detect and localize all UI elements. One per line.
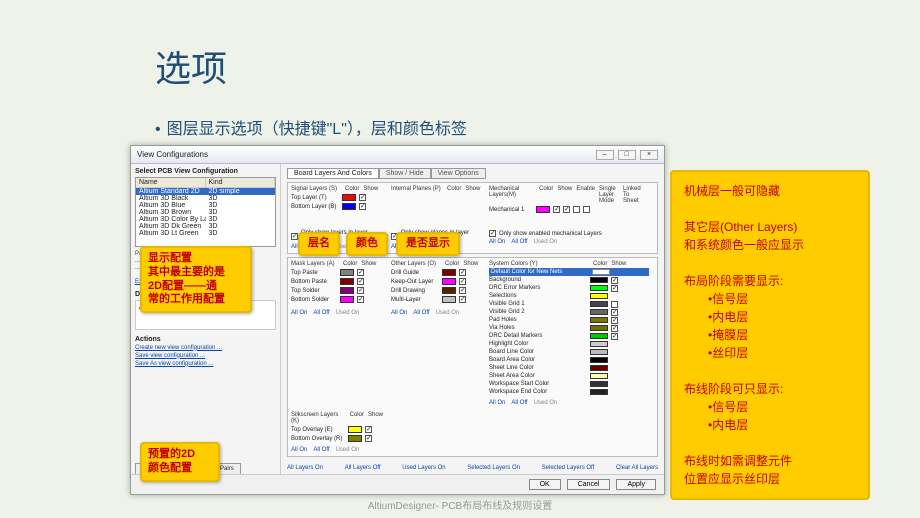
layer-row[interactable]: Keep-Out Layer xyxy=(391,277,481,286)
callout-show: 是否显示 xyxy=(396,232,460,256)
close-icon[interactable]: × xyxy=(640,150,658,160)
config-row[interactable]: Altium 3D Color By Layer3D xyxy=(136,216,275,223)
show-checkbox[interactable] xyxy=(553,206,560,213)
clear-all-layers-link[interactable]: Clear All Layers xyxy=(616,465,658,471)
mask-other-sys-panel: Mask Layers (A)ColorShow Top Paste Botto… xyxy=(287,257,658,457)
select-config-label: Select PCB View Configuration xyxy=(135,168,276,175)
actions-header: Actions xyxy=(135,336,276,343)
layer-row[interactable]: Drill Guide xyxy=(391,268,481,277)
sys-row[interactable]: Visible Grid 1 xyxy=(489,300,649,308)
only-show-mech-checkbox[interactable] xyxy=(489,230,496,237)
apply-button[interactable]: Apply xyxy=(616,479,656,490)
config-row[interactable]: Altium Standard 2D2D simple xyxy=(136,188,275,195)
callout-color: 颜色 xyxy=(346,232,388,256)
slide-title: 选项 xyxy=(155,40,227,92)
dialog-title: View Configurations xyxy=(137,150,208,159)
ok-button[interactable]: OK xyxy=(529,479,561,490)
sys-row[interactable]: Via Holes xyxy=(489,324,649,332)
right-tabs: Board Layers And Colors Show / Hide View… xyxy=(287,168,658,179)
layer-row[interactable]: Bottom Overlay (R) xyxy=(291,434,383,443)
used-layers-on-link[interactable]: Used Layers On xyxy=(402,465,445,471)
silkscreen-header: Silkscreen Layers (K) xyxy=(291,412,346,424)
internal-planes-header: Internal Planes (P) xyxy=(391,186,443,192)
sys-row[interactable]: Workspace Start Color xyxy=(489,380,649,388)
save-as-config-link[interactable]: Save As view configuration ... xyxy=(135,361,276,367)
linked-checkbox[interactable] xyxy=(583,206,590,213)
color-swatch[interactable] xyxy=(536,206,550,213)
layer-row[interactable]: Bottom Solder xyxy=(291,295,383,304)
config-row[interactable]: Altium 3D Brown3D xyxy=(136,209,275,216)
notes-box: 机械层一般可隐藏 其它层(Other Layers) 和系统颜色一般应显示 布局… xyxy=(670,170,870,500)
callout-profiles: 预置的2D 颜色配置 xyxy=(140,442,220,482)
color-swatch[interactable] xyxy=(342,194,356,201)
cancel-button[interactable]: Cancel xyxy=(567,479,611,490)
sys-row[interactable]: Pad Holes xyxy=(489,316,649,324)
layer-row[interactable]: Top Overlay (E) xyxy=(291,425,383,434)
mech-layers-header: Mechanical Layers(M) xyxy=(489,186,535,204)
tab-board-layers[interactable]: Board Layers And Colors xyxy=(287,168,379,179)
col-name[interactable]: Name xyxy=(136,178,206,187)
sys-row[interactable]: Visible Grid 2 xyxy=(489,308,649,316)
system-colors-header: System Colors (Y) xyxy=(489,261,589,267)
config-row[interactable]: Altium 3D Lt Green3D xyxy=(136,230,275,237)
slide-footer: AltiumDesigner- PCB布局布线及规则设置 xyxy=(0,497,920,512)
only-show-stack-checkbox[interactable] xyxy=(291,233,298,240)
sys-row[interactable]: Workspace End Color xyxy=(489,388,649,396)
layer-row-top[interactable]: Top Layer (T) xyxy=(291,193,383,202)
minimize-icon[interactable]: – xyxy=(596,150,614,160)
config-row[interactable]: Altium 3D Blue3D xyxy=(136,202,275,209)
layer-row[interactable]: Bottom Paste xyxy=(291,277,383,286)
sys-row[interactable]: DRC Error Markers xyxy=(489,284,649,292)
show-checkbox[interactable] xyxy=(359,194,366,201)
sys-row[interactable]: Highlight Color xyxy=(489,340,649,348)
maximize-icon[interactable]: □ xyxy=(618,150,636,160)
all-layers-on-link[interactable]: All Layers On xyxy=(287,465,323,471)
callout-display-config: 显示配置 其中最主要的是 2D配置——通 常的工作用配置 xyxy=(140,246,252,313)
tab-view-options[interactable]: View Options xyxy=(431,168,486,179)
slide-subtitle: •图层显示选项（快捷键"L"），层和颜色标签 xyxy=(155,115,467,139)
signal-planes-mech-panel: Signal Layers (S)ColorShow Top Layer (T)… xyxy=(287,182,658,254)
create-new-config-link[interactable]: Create new view configuration ... xyxy=(135,345,276,351)
layer-row[interactable]: Top Solder xyxy=(291,286,383,295)
sys-row[interactable]: Sheet Line Color xyxy=(489,364,649,372)
other-layers-header: Other Layers (O) xyxy=(391,261,441,267)
config-list[interactable]: NameKind Altium Standard 2D2D simple Alt… xyxy=(135,177,276,247)
sys-row[interactable]: DRC Detail Markers xyxy=(489,332,649,340)
sys-row[interactable]: Selections xyxy=(489,292,649,300)
right-pane: Board Layers And Colors Show / Hide View… xyxy=(281,164,664,474)
layer-row-mech1[interactable]: Mechanical 1 xyxy=(489,205,649,214)
enable-checkbox[interactable] xyxy=(563,206,570,213)
sys-row[interactable]: Background xyxy=(489,276,649,284)
show-checkbox[interactable] xyxy=(359,203,366,210)
tab-show-hide[interactable]: Show / Hide xyxy=(379,168,431,179)
col-kind[interactable]: Kind xyxy=(206,178,276,187)
bottom-links: All Layers On All Layers Off Used Layers… xyxy=(287,465,658,471)
layer-row[interactable]: Multi-Layer xyxy=(391,295,481,304)
callout-layername: 层名 xyxy=(298,232,340,256)
selected-layers-off-link[interactable]: Selected Layers Off xyxy=(542,465,595,471)
layer-row[interactable]: Drill Drawing xyxy=(391,286,481,295)
single-checkbox[interactable] xyxy=(573,206,580,213)
selected-layers-on-link[interactable]: Selected Layers On xyxy=(467,465,520,471)
sys-row[interactable]: Default Color for New Nets xyxy=(489,268,649,276)
save-config-link[interactable]: Save view configuration ... xyxy=(135,353,276,359)
all-layers-off-link[interactable]: All Layers Off xyxy=(345,465,381,471)
window-buttons: – □ × xyxy=(594,149,658,160)
config-row[interactable]: Altium 3D Black3D xyxy=(136,195,275,202)
color-swatch[interactable] xyxy=(342,203,356,210)
mask-layers-header: Mask Layers (A) xyxy=(291,261,339,267)
sys-row[interactable]: Board Line Color xyxy=(489,348,649,356)
layer-row[interactable]: Top Paste xyxy=(291,268,383,277)
left-pane: Select PCB View Configuration NameKind A… xyxy=(131,164,281,474)
config-row[interactable]: Altium 3D Dk Green3D xyxy=(136,223,275,230)
sys-row[interactable]: Board Area Color xyxy=(489,356,649,364)
layer-row-bottom[interactable]: Bottom Layer (B) xyxy=(291,202,383,211)
sys-row[interactable]: Sheet Area Color xyxy=(489,372,649,380)
dialog-titlebar[interactable]: View Configurations – □ × xyxy=(131,146,664,164)
signal-layers-header: Signal Layers (S) xyxy=(291,186,341,192)
